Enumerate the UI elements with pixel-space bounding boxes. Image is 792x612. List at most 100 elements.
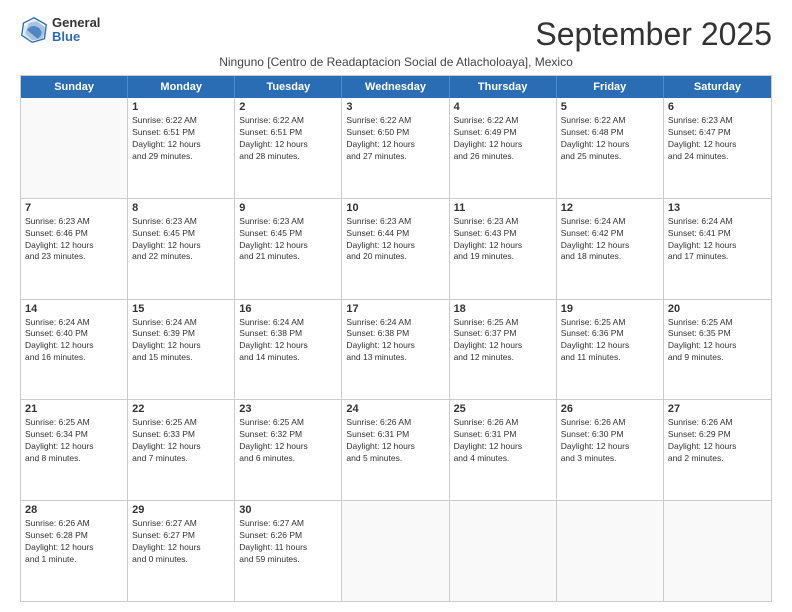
day-info: Sunrise: 6:25 AM Sunset: 6:37 PM Dayligh… [454, 317, 552, 365]
day-number: 26 [561, 403, 659, 415]
day-number: 14 [25, 303, 123, 315]
day-info: Sunrise: 6:25 AM Sunset: 6:36 PM Dayligh… [561, 317, 659, 365]
cal-cell: 21 Sunrise: 6:25 AM Sunset: 6:34 PM Dayli… [21, 400, 128, 500]
day-number: 9 [239, 202, 337, 214]
day-info: Sunrise: 6:26 AM Sunset: 6:31 PM Dayligh… [346, 417, 444, 465]
day-info: Sunrise: 6:27 AM Sunset: 6:26 PM Dayligh… [239, 518, 337, 566]
day-number: 3 [346, 101, 444, 113]
day-info: Sunrise: 6:24 AM Sunset: 6:38 PM Dayligh… [346, 317, 444, 365]
day-info: Sunrise: 6:23 AM Sunset: 6:43 PM Dayligh… [454, 216, 552, 264]
cal-cell: 4Sunrise: 6:22 AM Sunset: 6:49 PM Daylig… [450, 98, 557, 198]
calendar: SundayMondayTuesdayWednesdayThursdayFrid… [20, 75, 772, 602]
day-number: 23 [239, 403, 337, 415]
cal-week-2: 14 Sunrise: 6:24 AM Sunset: 6:40 PM Dayli… [21, 300, 771, 401]
day-info: Sunrise: 6:23 AM Sunset: 6:47 PM Dayligh… [668, 115, 767, 163]
day-number: 22 [132, 403, 230, 415]
day-info: Sunrise: 6:24 AM Sunset: 6:40 PM Dayligh… [25, 317, 123, 365]
cal-cell: 19 Sunrise: 6:25 AM Sunset: 6:36 PM Dayli… [557, 300, 664, 400]
day-number: 8 [132, 202, 230, 214]
day-info: Sunrise: 6:26 AM Sunset: 6:30 PM Dayligh… [561, 417, 659, 465]
day-number: 24 [346, 403, 444, 415]
day-number: 13 [668, 202, 767, 214]
cal-week-4: 28 Sunrise: 6:26 AM Sunset: 6:28 PM Dayli… [21, 501, 771, 602]
day-info: Sunrise: 6:22 AM Sunset: 6:50 PM Dayligh… [346, 115, 444, 163]
day-number: 18 [454, 303, 552, 315]
cal-cell [342, 501, 449, 601]
day-info: Sunrise: 6:22 AM Sunset: 6:48 PM Dayligh… [561, 115, 659, 163]
day-number: 2 [239, 101, 337, 113]
day-number: 21 [25, 403, 123, 415]
day-number: 1 [132, 101, 230, 113]
day-number: 4 [454, 101, 552, 113]
cal-cell: 12 Sunrise: 6:24 AM Sunset: 6:42 PM Dayli… [557, 199, 664, 299]
day-number: 19 [561, 303, 659, 315]
cal-cell: 9 Sunrise: 6:23 AM Sunset: 6:45 PM Daylig… [235, 199, 342, 299]
day-info: Sunrise: 6:23 AM Sunset: 6:46 PM Dayligh… [25, 216, 123, 264]
day-number: 16 [239, 303, 337, 315]
day-number: 25 [454, 403, 552, 415]
cal-cell: 23 Sunrise: 6:25 AM Sunset: 6:32 PM Dayli… [235, 400, 342, 500]
day-number: 30 [239, 504, 337, 516]
day-info: Sunrise: 6:27 AM Sunset: 6:27 PM Dayligh… [132, 518, 230, 566]
title-block: September 2025 [535, 16, 772, 53]
day-info: Sunrise: 6:23 AM Sunset: 6:45 PM Dayligh… [239, 216, 337, 264]
cal-cell: 16 Sunrise: 6:24 AM Sunset: 6:38 PM Dayli… [235, 300, 342, 400]
cal-cell: 11Sunrise: 6:23 AM Sunset: 6:43 PM Dayli… [450, 199, 557, 299]
calendar-header: SundayMondayTuesdayWednesdayThursdayFrid… [21, 76, 771, 98]
cal-cell: 6 Sunrise: 6:23 AM Sunset: 6:47 PM Daylig… [664, 98, 771, 198]
day-info: Sunrise: 6:25 AM Sunset: 6:32 PM Dayligh… [239, 417, 337, 465]
cal-week-1: 7Sunrise: 6:23 AM Sunset: 6:46 PM Daylig… [21, 199, 771, 300]
logo: General Blue [20, 16, 100, 45]
header-day-thursday: Thursday [450, 76, 557, 98]
day-number: 17 [346, 303, 444, 315]
cal-cell: 27 Sunrise: 6:26 AM Sunset: 6:29 PM Dayli… [664, 400, 771, 500]
logo-text: General Blue [52, 16, 100, 45]
day-number: 29 [132, 504, 230, 516]
day-info: Sunrise: 6:24 AM Sunset: 6:38 PM Dayligh… [239, 317, 337, 365]
header-day-monday: Monday [128, 76, 235, 98]
day-info: Sunrise: 6:22 AM Sunset: 6:51 PM Dayligh… [132, 115, 230, 163]
day-info: Sunrise: 6:24 AM Sunset: 6:41 PM Dayligh… [668, 216, 767, 264]
day-info: Sunrise: 6:26 AM Sunset: 6:29 PM Dayligh… [668, 417, 767, 465]
cal-cell: 10 Sunrise: 6:23 AM Sunset: 6:44 PM Dayli… [342, 199, 449, 299]
cal-cell: 5 Sunrise: 6:22 AM Sunset: 6:48 PM Daylig… [557, 98, 664, 198]
day-info: Sunrise: 6:25 AM Sunset: 6:33 PM Dayligh… [132, 417, 230, 465]
cal-cell: 7Sunrise: 6:23 AM Sunset: 6:46 PM Daylig… [21, 199, 128, 299]
day-number: 5 [561, 101, 659, 113]
cal-cell: 20 Sunrise: 6:25 AM Sunset: 6:35 PM Dayli… [664, 300, 771, 400]
page: General Blue September 2025 Ninguno [Cen… [0, 0, 792, 612]
day-number: 28 [25, 504, 123, 516]
cal-cell: 2 Sunrise: 6:22 AM Sunset: 6:51 PM Daylig… [235, 98, 342, 198]
logo-blue: Blue [52, 30, 100, 44]
cal-cell [557, 501, 664, 601]
day-info: Sunrise: 6:25 AM Sunset: 6:35 PM Dayligh… [668, 317, 767, 365]
day-number: 12 [561, 202, 659, 214]
cal-cell: 22 Sunrise: 6:25 AM Sunset: 6:33 PM Dayli… [128, 400, 235, 500]
day-number: 10 [346, 202, 444, 214]
day-info: Sunrise: 6:24 AM Sunset: 6:42 PM Dayligh… [561, 216, 659, 264]
cal-week-3: 21 Sunrise: 6:25 AM Sunset: 6:34 PM Dayli… [21, 400, 771, 501]
cal-cell: 24 Sunrise: 6:26 AM Sunset: 6:31 PM Dayli… [342, 400, 449, 500]
day-number: 6 [668, 101, 767, 113]
day-info: Sunrise: 6:24 AM Sunset: 6:39 PM Dayligh… [132, 317, 230, 365]
header-day-wednesday: Wednesday [342, 76, 449, 98]
day-info: Sunrise: 6:23 AM Sunset: 6:44 PM Dayligh… [346, 216, 444, 264]
day-info: Sunrise: 6:25 AM Sunset: 6:34 PM Dayligh… [25, 417, 123, 465]
header-day-tuesday: Tuesday [235, 76, 342, 98]
cal-cell: 15 Sunrise: 6:24 AM Sunset: 6:39 PM Dayli… [128, 300, 235, 400]
subtitle: Ninguno [Centro de Readaptacion Social d… [20, 55, 772, 69]
day-info: Sunrise: 6:26 AM Sunset: 6:28 PM Dayligh… [25, 518, 123, 566]
cal-cell: 8Sunrise: 6:23 AM Sunset: 6:45 PM Daylig… [128, 199, 235, 299]
cal-cell: 18 Sunrise: 6:25 AM Sunset: 6:37 PM Dayli… [450, 300, 557, 400]
day-number: 20 [668, 303, 767, 315]
day-number: 15 [132, 303, 230, 315]
cal-cell: 30 Sunrise: 6:27 AM Sunset: 6:26 PM Dayli… [235, 501, 342, 601]
cal-cell [21, 98, 128, 198]
day-info: Sunrise: 6:22 AM Sunset: 6:51 PM Dayligh… [239, 115, 337, 163]
cal-cell: 25Sunrise: 6:26 AM Sunset: 6:31 PM Dayli… [450, 400, 557, 500]
day-number: 27 [668, 403, 767, 415]
logo-icon [20, 16, 48, 44]
cal-cell: 17 Sunrise: 6:24 AM Sunset: 6:38 PM Dayli… [342, 300, 449, 400]
cal-cell: 3 Sunrise: 6:22 AM Sunset: 6:50 PM Daylig… [342, 98, 449, 198]
cal-cell: 14 Sunrise: 6:24 AM Sunset: 6:40 PM Dayli… [21, 300, 128, 400]
